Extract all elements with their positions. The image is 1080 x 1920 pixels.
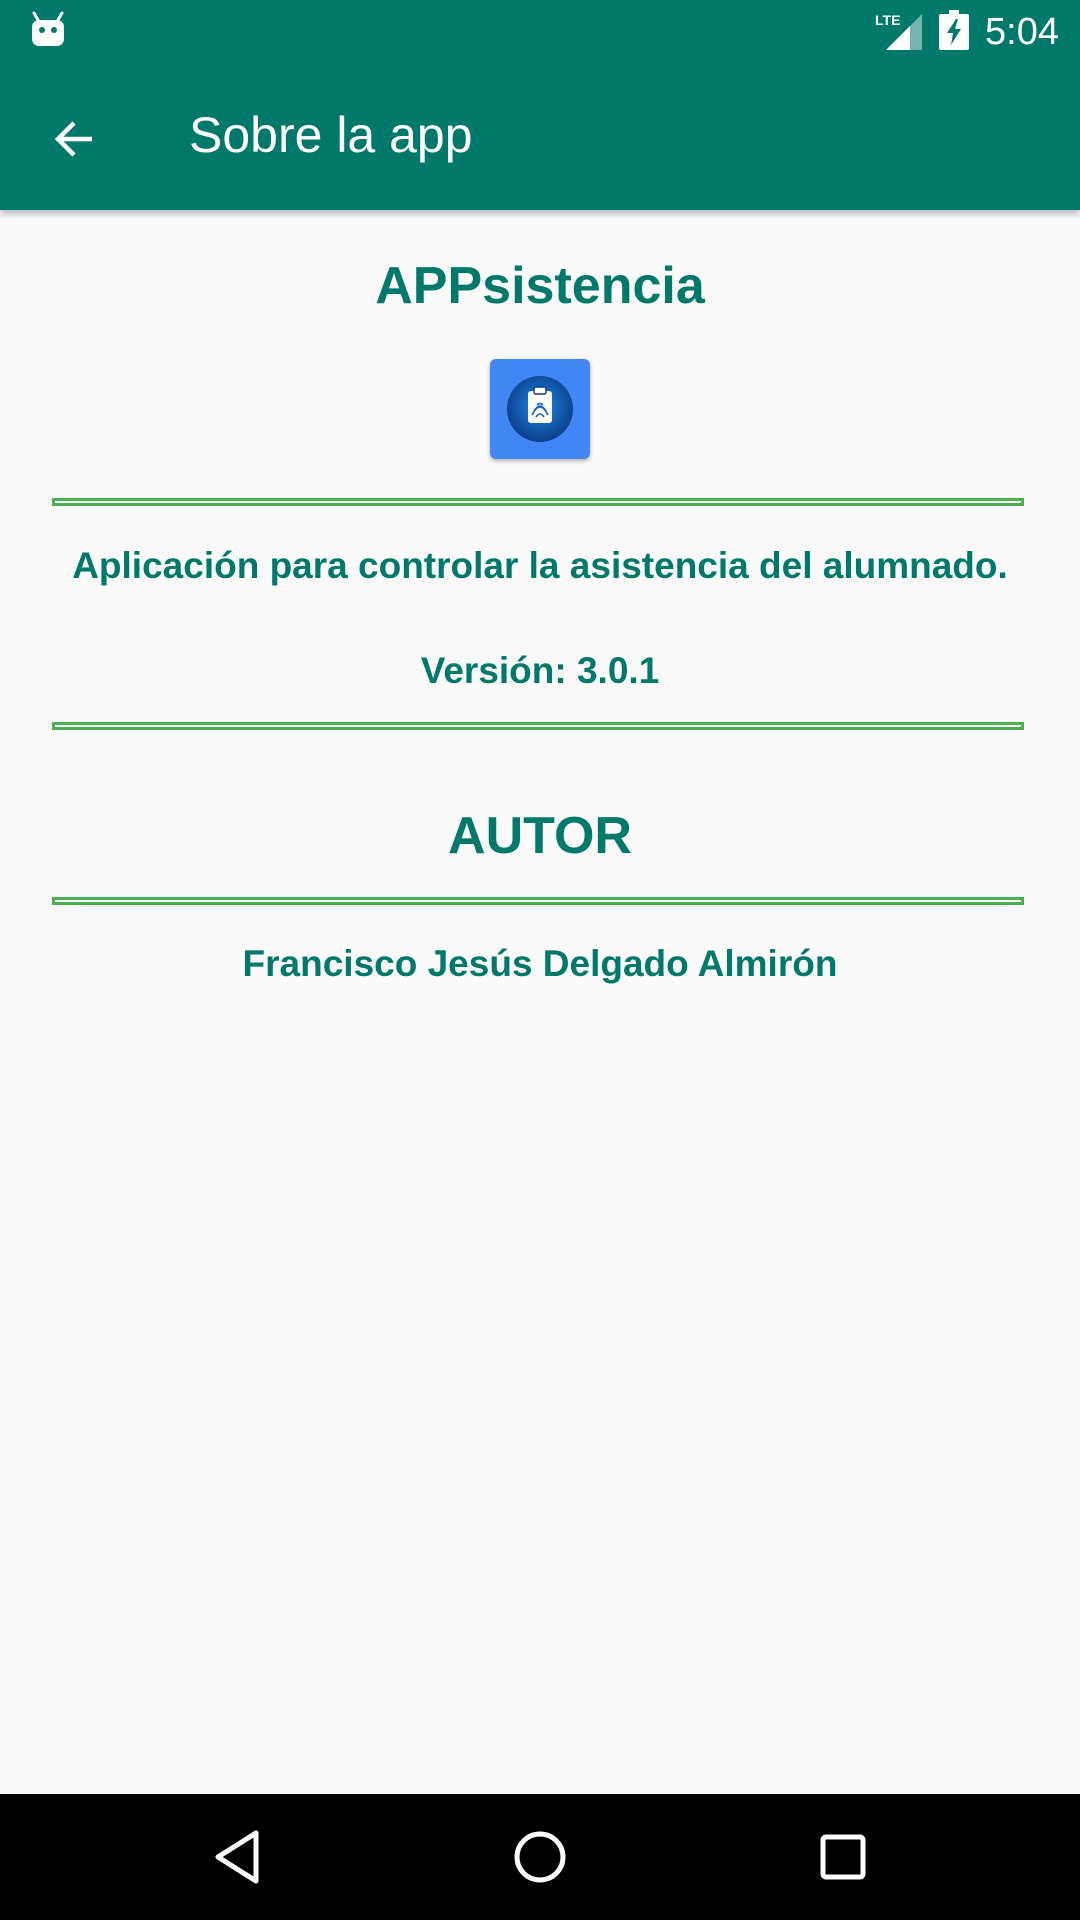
back-button[interactable] xyxy=(30,95,118,183)
author-name: Francisco Jesús Delgado Almirón xyxy=(242,943,838,984)
author-heading: AUTOR xyxy=(448,807,632,865)
divider xyxy=(52,498,1024,506)
page-title: Sobre la app xyxy=(189,107,473,163)
nav-back-button[interactable] xyxy=(197,1817,277,1897)
app-logo xyxy=(490,359,590,459)
divider xyxy=(52,897,1024,905)
battery-charging-icon xyxy=(939,10,969,50)
status-bar: LTE 5:04 xyxy=(0,0,1080,63)
app-bar: Sobre la app xyxy=(0,63,1080,210)
divider xyxy=(52,722,1024,730)
clock-time: 5:04 xyxy=(985,11,1059,53)
app-description: Aplicación para controlar la asistencia … xyxy=(72,545,1008,586)
nav-recents-icon xyxy=(820,1834,866,1880)
navigation-bar xyxy=(0,1794,1080,1920)
app-name: APPsistencia xyxy=(375,257,705,315)
network-type-label: LTE xyxy=(875,12,900,28)
nav-home-button[interactable] xyxy=(500,1817,580,1897)
about-content: APPsistencia Aplicación para controlar l… xyxy=(0,210,1080,1794)
app-version: Versión: 3.0.1 xyxy=(420,650,660,691)
lte-signal-icon: LTE xyxy=(875,12,922,50)
nav-home-icon xyxy=(514,1831,566,1883)
arrow-back-icon xyxy=(54,121,92,157)
nav-back-icon xyxy=(215,1830,259,1884)
clipboard-fingerprint-icon xyxy=(507,376,573,442)
nav-recents-button[interactable] xyxy=(803,1817,883,1897)
android-notification-icon xyxy=(32,11,64,46)
